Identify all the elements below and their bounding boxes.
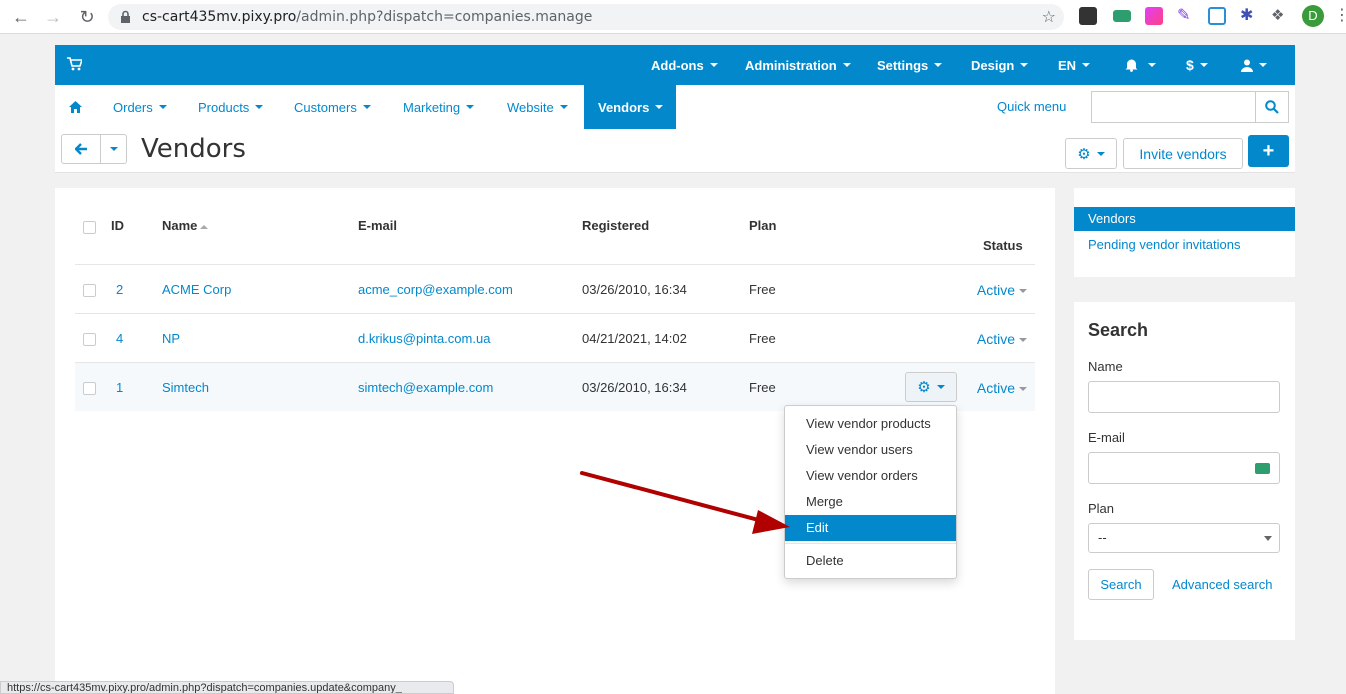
- sidebar-search: Search Name E-mail Plan -- Search Advanc…: [1074, 302, 1295, 640]
- chevron-down-icon: [1264, 536, 1272, 541]
- name-field[interactable]: [1088, 381, 1280, 413]
- advanced-search-link[interactable]: Advanced search: [1172, 577, 1272, 592]
- sidebar-nav: Vendors Pending vendor invitations: [1074, 188, 1295, 277]
- plan-select[interactable]: --: [1088, 523, 1280, 553]
- email-autofill-icon[interactable]: [1255, 463, 1270, 474]
- email-label: E-mail: [1088, 430, 1125, 445]
- search-title: Search: [1088, 320, 1149, 340]
- browser-status-url: https://cs-cart435mv.pixy.pro/admin.php?…: [0, 681, 454, 694]
- sidebar-item-vendors[interactable]: Vendors: [1074, 207, 1295, 231]
- email-field[interactable]: [1088, 452, 1280, 484]
- search-button[interactable]: Search: [1088, 569, 1154, 600]
- name-label: Name: [1088, 359, 1123, 374]
- sidebar-item-pending-invitations[interactable]: Pending vendor invitations: [1074, 233, 1295, 257]
- plan-label: Plan: [1088, 501, 1115, 516]
